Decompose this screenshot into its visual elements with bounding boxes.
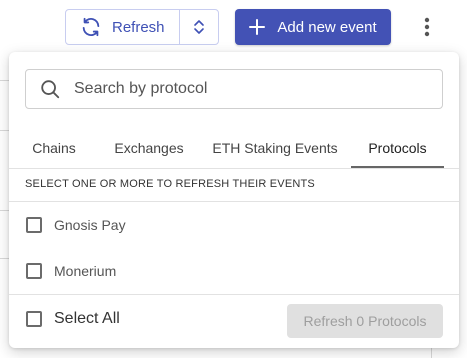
add-new-event-label: Add new event <box>277 18 377 36</box>
select-all-checkbox[interactable]: Select All <box>26 310 120 328</box>
refresh-options-toggle[interactable] <box>178 10 218 44</box>
refresh-button[interactable]: Refresh <box>66 10 179 44</box>
tab-eth-staking-events[interactable]: ETH Staking Events <box>199 128 351 168</box>
refresh-icon <box>80 16 102 38</box>
add-new-event-button[interactable]: Add new event <box>235 9 391 45</box>
tab-bar: Chains Exchanges ETH Staking Events Prot… <box>9 128 459 168</box>
checkbox[interactable] <box>26 311 42 327</box>
footer-divider <box>9 294 459 295</box>
section-heading: SELECT ONE OR MORE TO REFRESH THEIR EVEN… <box>25 178 315 190</box>
plus-icon <box>249 19 266 35</box>
refresh-button-label: Refresh <box>111 18 165 36</box>
tabs-divider <box>9 168 459 169</box>
refresh-split-button: Refresh <box>65 9 219 45</box>
tab-chains[interactable]: Chains <box>9 128 99 168</box>
search-box <box>25 69 443 109</box>
search-icon <box>26 78 74 100</box>
list-item-label: Monerium <box>54 263 117 279</box>
tab-protocols[interactable]: Protocols <box>351 128 444 168</box>
checkbox[interactable] <box>26 263 42 279</box>
refresh-events-panel: Chains Exchanges ETH Staking Events Prot… <box>9 52 459 348</box>
list-item-label: Gnosis Pay <box>54 217 126 233</box>
section-divider <box>9 201 459 202</box>
list-item[interactable]: Monerium <box>26 259 116 283</box>
select-all-label: Select All <box>54 310 120 327</box>
search-input[interactable] <box>74 70 442 108</box>
refresh-protocols-button[interactable]: Refresh 0 Protocols <box>287 304 443 338</box>
more-vert-icon <box>424 17 430 37</box>
list-item[interactable]: Gnosis Pay <box>26 213 126 237</box>
more-options-button[interactable] <box>414 12 440 42</box>
unfold-icon <box>193 19 205 35</box>
checkbox[interactable] <box>26 217 42 233</box>
tab-exchanges[interactable]: Exchanges <box>99 128 199 168</box>
